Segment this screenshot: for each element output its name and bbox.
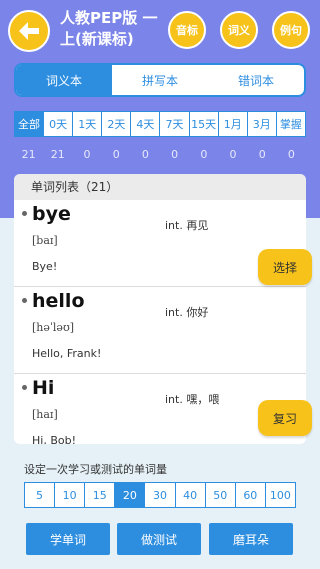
take-test-button[interactable]: 做测试 bbox=[117, 523, 201, 555]
filter-1-month[interactable]: 1月 bbox=[219, 112, 248, 136]
filter-mastered[interactable]: 掌握 bbox=[277, 112, 305, 136]
count-3-months: 0 bbox=[258, 148, 266, 161]
bullet-icon bbox=[22, 385, 27, 390]
quantity-option-15[interactable]: 15 bbox=[85, 483, 116, 507]
quantity-option-10[interactable]: 10 bbox=[55, 483, 86, 507]
quantity-option-30[interactable]: 30 bbox=[145, 483, 176, 507]
word-text: Hi bbox=[32, 377, 55, 399]
count-all: 21 bbox=[21, 148, 36, 161]
review-button[interactable]: 复习 bbox=[258, 400, 312, 436]
filter-1-day[interactable]: 1天 bbox=[73, 112, 103, 136]
filter-all[interactable]: 全部 bbox=[15, 112, 45, 136]
meaning-text: int. 嘿，喂 bbox=[165, 393, 220, 406]
filter-7-days[interactable]: 7天 bbox=[160, 112, 190, 136]
review-interval-filter: 全部 0天 1天 2天 4天 7天 15天 1月 3月 掌握 bbox=[14, 111, 306, 137]
count-4-days: 0 bbox=[141, 148, 149, 161]
count-1-day: 0 bbox=[83, 148, 91, 161]
quantity-hint: 设定一次学习或测试的单词量 bbox=[24, 463, 167, 476]
phonetic-text: [haɪ] bbox=[32, 408, 58, 421]
filter-0-days[interactable]: 0天 bbox=[44, 112, 74, 136]
meaning-text: int. 再见 bbox=[165, 219, 209, 232]
phonetic-button[interactable]: 音标 bbox=[168, 11, 206, 49]
quantity-option-100[interactable]: 100 bbox=[266, 483, 295, 507]
listen-drill-button[interactable]: 磨耳朵 bbox=[209, 523, 293, 555]
count-15-days: 0 bbox=[200, 148, 208, 161]
quantity-option-60[interactable]: 60 bbox=[236, 483, 266, 507]
filter-2-days[interactable]: 2天 bbox=[102, 112, 132, 136]
count-mastered: 0 bbox=[287, 148, 295, 161]
quantity-option-5[interactable]: 5 bbox=[25, 483, 56, 507]
tab-spelling-book[interactable]: 拼写本 bbox=[112, 65, 208, 95]
phonetic-text: [baɪ] bbox=[32, 234, 58, 247]
filter-15-days[interactable]: 15天 bbox=[190, 112, 219, 136]
count-0-days: 21 bbox=[50, 148, 65, 161]
count-1-month: 0 bbox=[229, 148, 237, 161]
meaning-button[interactable]: 词义 bbox=[220, 11, 258, 49]
phonetic-text: [həˈləʊ] bbox=[32, 321, 75, 334]
word-list-header: 单词列表（21） bbox=[14, 174, 306, 200]
learn-words-button[interactable]: 学单词 bbox=[26, 523, 110, 555]
quantity-option-50[interactable]: 50 bbox=[206, 483, 236, 507]
word-text: hello bbox=[32, 290, 85, 312]
count-7-days: 0 bbox=[171, 148, 179, 161]
notebook-tabs: 词义本 拼写本 错词本 bbox=[14, 63, 306, 97]
tab-meaning-book[interactable]: 词义本 bbox=[16, 65, 112, 95]
bullet-icon bbox=[22, 298, 27, 303]
quantity-option-40[interactable]: 40 bbox=[176, 483, 206, 507]
back-arrow-icon bbox=[19, 22, 39, 40]
filter-3-months[interactable]: 3月 bbox=[248, 112, 277, 136]
back-button[interactable] bbox=[8, 10, 50, 52]
meaning-text: int. 你好 bbox=[165, 306, 209, 319]
tab-mistake-book[interactable]: 错词本 bbox=[208, 65, 304, 95]
filter-counts: 21 21 0 0 0 0 0 0 0 0 bbox=[14, 148, 306, 161]
count-2-days: 0 bbox=[112, 148, 120, 161]
example-button[interactable]: 例句 bbox=[272, 11, 310, 49]
word-item[interactable]: hello [həˈləʊ] Hello, Frank! int. 你好 bbox=[14, 287, 306, 374]
word-text: bye bbox=[32, 203, 71, 225]
bullet-icon bbox=[22, 211, 27, 216]
example-text: Hi, Bob! bbox=[32, 434, 76, 444]
quantity-option-20[interactable]: 20 bbox=[115, 483, 146, 507]
quantity-selector: 5 10 15 20 30 40 50 60 100 bbox=[24, 482, 296, 508]
example-text: Hello, Frank! bbox=[32, 347, 102, 360]
example-text: Bye! bbox=[32, 260, 58, 273]
page-title: 人教PEP版 一上(新课标) bbox=[60, 9, 158, 48]
filter-4-days[interactable]: 4天 bbox=[131, 112, 161, 136]
select-button[interactable]: 选择 bbox=[258, 249, 312, 285]
